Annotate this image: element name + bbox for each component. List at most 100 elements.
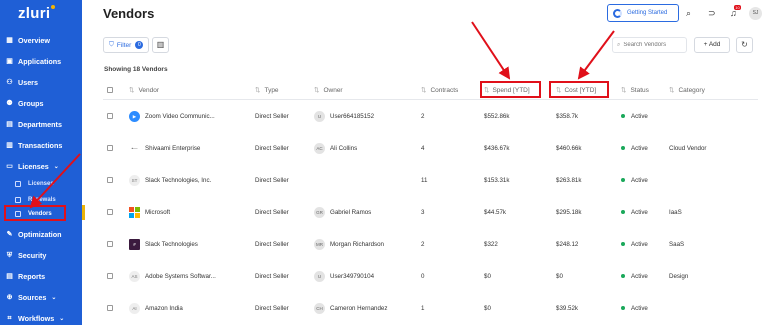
- vendor-cell[interactable]: Microsoft: [129, 205, 170, 219]
- row-checkbox[interactable]: [107, 301, 113, 315]
- sidebar-item-label: Reports: [18, 271, 46, 281]
- sort-icon: ⇅: [421, 87, 427, 94]
- vendor-name: Slack Technologies: [145, 240, 198, 248]
- arrow-to-cost: [577, 30, 615, 80]
- col-header-owner[interactable]: ⇅ Owner: [314, 82, 343, 98]
- departments-icon: ▤: [6, 120, 13, 128]
- col-header-status[interactable]: ⇅ Status: [621, 82, 649, 98]
- status-label: Active: [631, 240, 648, 248]
- row-checkbox[interactable]: [107, 109, 113, 123]
- contracts-cell: 0: [421, 272, 425, 280]
- cost-cell: $295.18k: [556, 208, 582, 216]
- owner-cell[interactable]: GR Gabriel Ramos: [314, 205, 371, 219]
- vendor-name: Slack Technologies, Inc.: [145, 176, 212, 184]
- type-cell: Direct Seller: [255, 144, 289, 152]
- status-cell: Active: [621, 173, 648, 187]
- row-checkbox[interactable]: [107, 269, 113, 283]
- table-row[interactable]: # Slack Technologies Direct Seller MR Morg…: [103, 237, 758, 269]
- columns-icon[interactable]: ▥: [152, 37, 169, 53]
- sidebar-item-workflows[interactable]: ⌗ Workflows ⌄: [0, 311, 82, 325]
- table-row[interactable]: ST Slack Technologies, Inc. Direct Seller…: [103, 173, 758, 205]
- filter-count-badge: 0: [135, 41, 144, 49]
- rss-icon[interactable]: ⊃: [708, 8, 716, 19]
- cost-cell: $0: [556, 272, 563, 280]
- category-cell: SaaS: [669, 240, 685, 248]
- owner-cell[interactable]: U User664185152: [314, 109, 374, 123]
- sidebar-item-label: Transactions: [18, 140, 63, 150]
- sort-icon: ⇅: [314, 87, 320, 94]
- vendor-cell[interactable]: ST Slack Technologies, Inc.: [129, 173, 211, 187]
- owner-cell[interactable]: U User349790104: [314, 269, 374, 283]
- owner-avatar: U: [314, 270, 325, 282]
- row-checkbox[interactable]: [107, 141, 113, 155]
- filter-button[interactable]: ⛉ Filter 0: [103, 37, 149, 53]
- sidebar-item-label: Users: [18, 77, 38, 87]
- col-header-category[interactable]: ⇅ Category: [669, 82, 705, 98]
- table-row[interactable]: •— Shivaami Enterprise Direct Seller AC Al…: [103, 141, 758, 173]
- getting-started-button[interactable]: Getting Started: [607, 4, 679, 22]
- select-all-checkbox[interactable]: [107, 82, 113, 98]
- vendor-name: Zoom Video Communic...: [145, 112, 215, 120]
- vendor-cell[interactable]: ▶ Zoom Video Communic...: [129, 109, 215, 123]
- sidebar-item-applications[interactable]: ▣ Applications: [0, 54, 82, 68]
- vendor-initials-icon: AI: [129, 302, 140, 314]
- refresh-icon[interactable]: ↻: [736, 37, 753, 53]
- owner-cell[interactable]: CH Cameron Hernandez: [314, 301, 387, 315]
- progress-ring-icon: [613, 8, 622, 18]
- zluri-logo[interactable]: zluri: [18, 5, 56, 22]
- col-header-label: Category: [678, 86, 705, 94]
- vendor-initials-icon: ST: [129, 174, 140, 186]
- sidebar-item-optimization[interactable]: ✎ Optimization: [0, 227, 82, 241]
- owner-avatar: GR: [314, 206, 325, 218]
- type-cell: Direct Seller: [255, 176, 289, 184]
- contracts-cell: 1: [421, 304, 425, 312]
- table-row[interactable]: ▶ Zoom Video Communic... Direct Seller UU…: [103, 109, 758, 141]
- header-divider: [103, 99, 758, 100]
- category-cell: Design: [669, 272, 689, 280]
- sidebar-subitem-label: Renewals: [28, 197, 56, 203]
- sidebar-item-licenses[interactable]: ▭ Licenses ⌄: [0, 159, 82, 173]
- search-icon[interactable]: ⌕: [686, 8, 691, 19]
- table-row[interactable]: AI Amazon India Direct Seller CH Cameron H…: [103, 301, 758, 333]
- row-checkbox[interactable]: [107, 237, 113, 251]
- vendor-cell[interactable]: AI Amazon India: [129, 301, 183, 315]
- spend-cell: $44.57k: [484, 208, 507, 216]
- sidebar: zluri ▦ Overview ▣ Applications ⚇ Users ⚉ Gr…: [0, 0, 82, 325]
- owner-cell[interactable]: AC Ali Collins: [314, 141, 357, 155]
- owner-cell[interactable]: MR Morgan Richardson: [314, 237, 384, 251]
- type-cell: Direct Seller: [255, 112, 289, 120]
- vendor-cell[interactable]: AS Adobe Systems Softwar...: [129, 269, 216, 283]
- search-input[interactable]: [623, 42, 682, 48]
- avatar[interactable]: SJ: [749, 7, 762, 20]
- status-dot-icon: [621, 242, 625, 246]
- sidebar-item-groups[interactable]: ⚉ Groups: [0, 96, 82, 110]
- search-box[interactable]: ⌕: [612, 37, 687, 53]
- sidebar-item-label: Applications: [18, 56, 62, 66]
- status-label: Active: [631, 176, 648, 184]
- col-header-vendor[interactable]: ⇅ Vendor: [129, 82, 159, 98]
- sidebar-item-users[interactable]: ⚇ Users: [0, 75, 82, 89]
- sidebar-item-sources[interactable]: ⊕ Sources ⌄: [0, 290, 82, 304]
- sidebar-subitem-licenses[interactable]: Licenses: [0, 178, 82, 190]
- vendor-cell[interactable]: # Slack Technologies: [129, 237, 198, 251]
- vendor-cell[interactable]: •— Shivaami Enterprise: [129, 141, 200, 155]
- sidebar-item-reports[interactable]: ▤ Reports: [0, 269, 82, 283]
- filter-label: Filter: [116, 41, 132, 49]
- sidebar-item-departments[interactable]: ▤ Departments: [0, 117, 82, 131]
- owner-name: Ali Collins: [330, 144, 358, 152]
- showing-count: Showing 18 Vendors: [104, 66, 168, 73]
- col-header-type[interactable]: ⇅ Type: [255, 82, 279, 98]
- row-checkbox[interactable]: [107, 173, 113, 187]
- users-icon: ⚇: [6, 78, 13, 86]
- table-row[interactable]: Microsoft Direct Seller GR Gabriel Ramos …: [103, 205, 758, 237]
- slack-logo-icon: #: [129, 238, 140, 250]
- table-row[interactable]: AS Adobe Systems Softwar... Direct Seller…: [103, 269, 758, 301]
- sidebar-item-security[interactable]: ⛨ Security: [0, 248, 82, 262]
- sidebar-item-transactions[interactable]: ▥ Transactions: [0, 138, 82, 152]
- add-button[interactable]: + Add: [694, 37, 730, 53]
- row-checkbox[interactable]: [107, 205, 113, 219]
- type-cell: Direct Seller: [255, 304, 289, 312]
- col-header-contracts[interactable]: ⇅ Contracts: [421, 82, 458, 98]
- sidebar-item-overview[interactable]: ▦ Overview: [0, 33, 82, 47]
- status-cell: Active: [621, 141, 648, 155]
